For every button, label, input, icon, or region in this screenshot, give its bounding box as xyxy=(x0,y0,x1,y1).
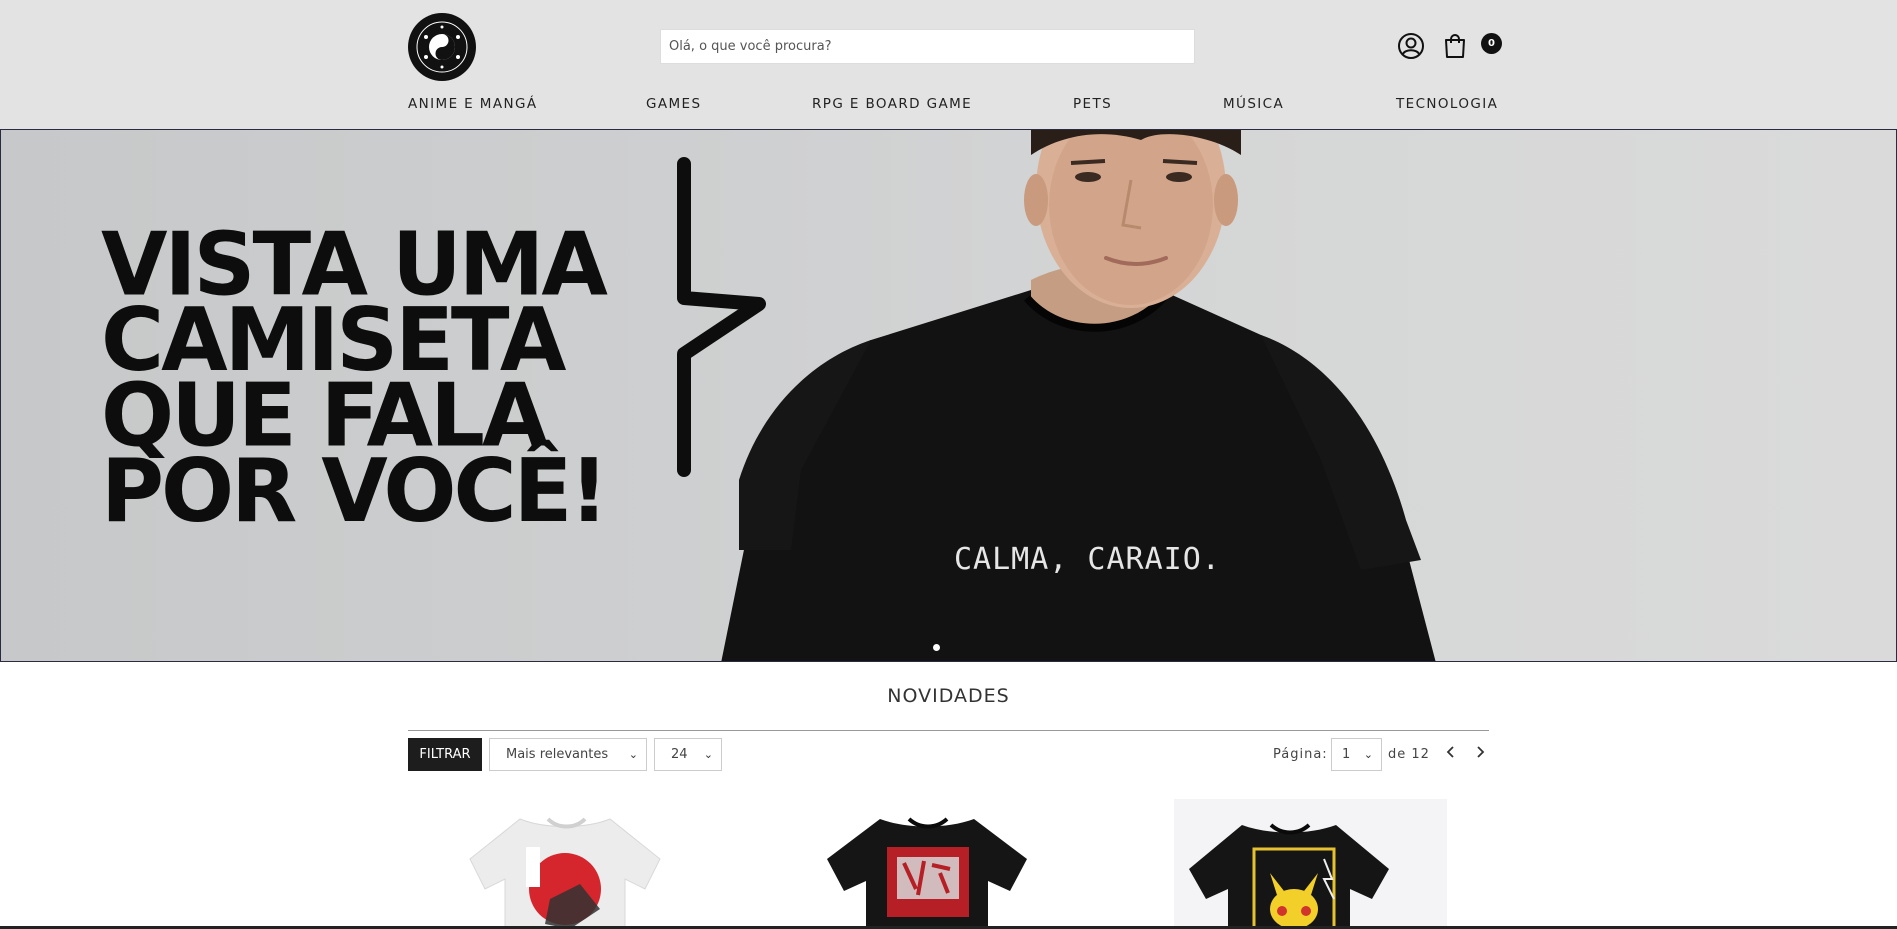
nav-tecnologia[interactable]: TECNOLOGIA xyxy=(1396,96,1498,112)
chevron-down-icon: ⌄ xyxy=(703,748,713,761)
search-input[interactable] xyxy=(660,29,1195,64)
hero-headline-line: POR VOCÊ! xyxy=(101,440,609,543)
chevron-down-icon: ⌄ xyxy=(1363,748,1373,761)
product-image xyxy=(1189,823,1389,929)
sort-select-value: Mais relevantes xyxy=(506,747,609,762)
page-select[interactable]: 1 ⌄ xyxy=(1331,738,1382,771)
product-card-akira[interactable] xyxy=(450,799,723,929)
nav-pets[interactable]: PETS xyxy=(1073,96,1112,112)
store-logo[interactable] xyxy=(408,13,476,81)
nav-rpg-board-game[interactable]: RPG E BOARD GAME xyxy=(812,96,972,112)
shirt-print-text: CALMA, CARAIO. xyxy=(954,542,1221,577)
nav-anime-manga[interactable]: ANIME E MANGÁ xyxy=(408,96,537,112)
per-page-select[interactable]: 24 ⌄ xyxy=(654,738,722,771)
section-title: NOVIDADES xyxy=(887,685,1010,707)
account-button[interactable] xyxy=(1397,32,1425,60)
nav-games[interactable]: GAMES xyxy=(646,96,701,112)
per-page-select-value: 24 xyxy=(671,747,688,762)
hero-headline: VISTA UMA CAMISETA QUE FALA POR VOCÊ! xyxy=(101,221,661,543)
filter-button[interactable]: FILTRAR xyxy=(408,738,482,771)
page-select-value: 1 xyxy=(1342,747,1351,762)
product-card-pikachu[interactable] xyxy=(1174,799,1447,929)
nav-musica[interactable]: MÚSICA xyxy=(1223,96,1284,112)
site-header: 0 ANIME E MANGÁ GAMES RPG E BOARD GAME P… xyxy=(0,0,1897,129)
hero-banner[interactable]: CALMA, CARAIO. VISTA UMA CAMISETA QUE FA… xyxy=(0,129,1897,662)
next-page-button[interactable] xyxy=(1474,744,1486,764)
chevron-down-icon: ⌄ xyxy=(628,748,638,761)
prev-page-button[interactable] xyxy=(1445,744,1457,764)
product-image xyxy=(827,817,1027,929)
product-image xyxy=(469,817,661,929)
shopping-bag-icon xyxy=(1445,34,1465,58)
chevron-right-icon xyxy=(1477,746,1485,758)
section-divider xyxy=(408,730,1489,731)
carousel-dot[interactable] xyxy=(933,644,940,651)
page-total: de 12 xyxy=(1388,747,1430,762)
chevron-left-icon xyxy=(1446,746,1454,758)
cart-button[interactable] xyxy=(1441,32,1469,60)
user-icon xyxy=(1398,33,1424,59)
sort-select[interactable]: Mais relevantes ⌄ xyxy=(489,738,647,771)
product-card-berserk[interactable] xyxy=(812,799,1085,929)
cart-count-badge: 0 xyxy=(1481,33,1502,54)
page-label: Página: xyxy=(1273,747,1328,762)
